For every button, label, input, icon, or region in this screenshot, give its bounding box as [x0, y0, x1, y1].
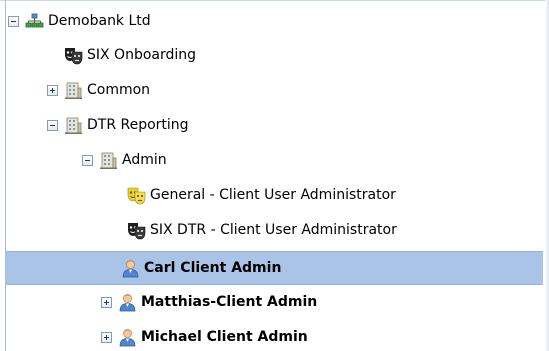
expand-toggle[interactable] — [101, 331, 112, 343]
tree-node-dtr-reporting[interactable]: DTR Reporting — [6, 108, 543, 142]
theater-masks-dark-icon — [127, 221, 146, 240]
tree-node-demobank-ltd[interactable]: Demobank Ltd — [6, 4, 543, 38]
tree-node-label: Carl Client Admin — [144, 260, 282, 276]
tree-panel: Demobank Ltd SIX Onboarding Common DTR R… — [0, 0, 549, 351]
tree-node-label: Common — [87, 82, 151, 98]
tree-node-label: Admin — [122, 152, 167, 168]
theater-masks-dark-icon — [64, 46, 83, 65]
tree-node-six-dtr-client-user-administrator[interactable]: SIX DTR - Client User Administrator — [6, 213, 543, 247]
expand-toggle[interactable] — [47, 84, 58, 96]
collapse-toggle[interactable] — [8, 15, 19, 27]
theater-masks-yellow-icon — [127, 186, 146, 205]
user-icon — [121, 259, 140, 278]
tree-node-michael-client-admin[interactable]: Michael Client Admin — [6, 320, 543, 351]
tree-node-label: Michael Client Admin — [141, 329, 308, 345]
building-icon — [64, 116, 83, 135]
tree-node-carl-client-admin[interactable]: Carl Client Admin — [6, 251, 543, 285]
expand-toggle[interactable] — [101, 296, 112, 308]
tree-node-label: SIX DTR - Client User Administrator — [150, 222, 397, 238]
org-structure-icon — [25, 12, 44, 31]
panel-right-edge — [545, 0, 549, 351]
tree-node-admin[interactable]: Admin — [6, 143, 543, 177]
tree-node-label: General - Client User Administrator — [150, 187, 396, 203]
tree-node-label: DTR Reporting — [87, 117, 189, 133]
building-icon — [64, 81, 83, 100]
tree-node-matthias-client-admin[interactable]: Matthias-Client Admin — [6, 285, 543, 319]
tree-node-label: Matthias-Client Admin — [141, 294, 318, 310]
user-icon — [118, 293, 137, 312]
collapse-toggle[interactable] — [82, 154, 93, 166]
user-icon — [118, 328, 137, 347]
tree-node-six-onboarding[interactable]: SIX Onboarding — [6, 38, 543, 72]
tree-node-common[interactable]: Common — [6, 73, 543, 107]
tree-node-label: Demobank Ltd — [48, 13, 151, 29]
collapse-toggle[interactable] — [47, 119, 58, 131]
tree-node-label: SIX Onboarding — [87, 47, 197, 63]
building-icon — [99, 151, 118, 170]
panel-top-border — [0, 0, 549, 1]
tree-node-general-client-user-administrator[interactable]: General - Client User Administrator — [6, 178, 543, 212]
